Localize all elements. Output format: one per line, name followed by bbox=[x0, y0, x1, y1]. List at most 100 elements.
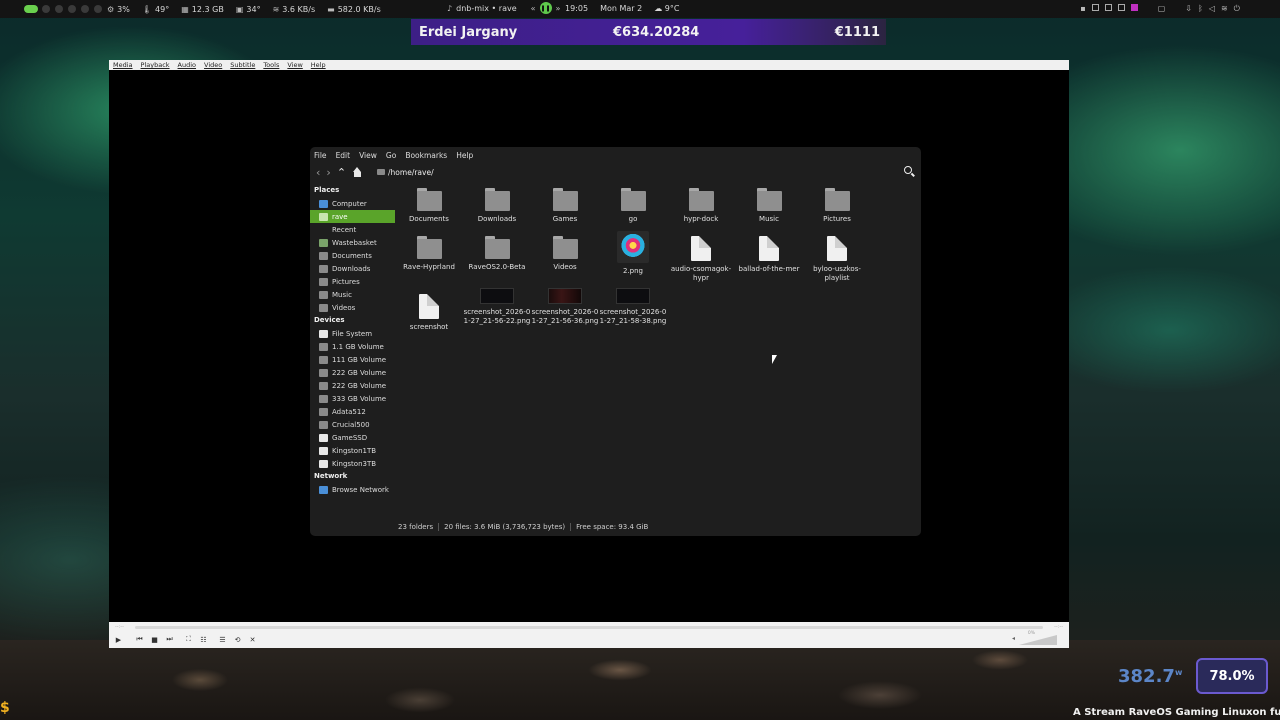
workspace-active-indicator[interactable] bbox=[24, 5, 38, 13]
file-item[interactable]: go bbox=[599, 188, 667, 224]
file-item[interactable]: Rave-Hyprland bbox=[395, 236, 463, 272]
fm-menu-go[interactable]: Go bbox=[386, 151, 396, 160]
drive-icon bbox=[319, 394, 328, 403]
file-item[interactable]: byloo-uszkos-playlist bbox=[803, 236, 871, 283]
workspace-indicator[interactable] bbox=[81, 5, 89, 13]
tray-app-icon[interactable] bbox=[1104, 4, 1112, 11]
file-item[interactable]: Documents bbox=[395, 188, 463, 224]
previous-icon[interactable]: ⏮ bbox=[134, 634, 145, 645]
file-item[interactable]: Music bbox=[735, 188, 803, 224]
file-item[interactable]: Videos bbox=[531, 236, 599, 272]
sidebar-item-device[interactable]: Kingston3TB bbox=[310, 457, 395, 470]
sidebar-item-device[interactable]: 222 GB Volume bbox=[310, 366, 395, 379]
loop-icon[interactable]: ⟲ bbox=[232, 634, 243, 645]
tray-download-icon[interactable]: ⇩ bbox=[1185, 4, 1192, 14]
file-item[interactable]: screenshot_2026-01-27_21-56-22.png bbox=[463, 288, 531, 326]
vlc-menu-help[interactable]: Help bbox=[311, 61, 326, 69]
fm-menu-help[interactable]: Help bbox=[456, 151, 473, 160]
vlc-menu-media[interactable]: Media bbox=[113, 61, 133, 69]
volume-slider[interactable]: 0% bbox=[1017, 631, 1057, 645]
file-item[interactable]: RaveOS2.0-Beta bbox=[463, 236, 531, 272]
document-icon bbox=[419, 294, 439, 319]
tray-app-icon[interactable] bbox=[1130, 4, 1138, 11]
file-item[interactable]: hypr-dock bbox=[667, 188, 735, 224]
sidebar-item-recent[interactable]: Recent bbox=[310, 223, 395, 236]
tray-app-icon[interactable] bbox=[1091, 4, 1099, 11]
music-widget[interactable]: ♪ dnb-mix • rave « ❚❚ » bbox=[447, 2, 560, 14]
search-icon[interactable] bbox=[904, 166, 915, 177]
fm-menu-bookmarks[interactable]: Bookmarks bbox=[405, 151, 447, 160]
sidebar-item-device[interactable]: GameSSD bbox=[310, 431, 395, 444]
sidebar-item-pictures[interactable]: Pictures bbox=[310, 275, 395, 288]
network-speed: ≋ 3.6 KB/s bbox=[272, 4, 316, 14]
sidebar-item-device[interactable]: 222 GB Volume bbox=[310, 379, 395, 392]
vlc-menu-view[interactable]: View bbox=[287, 61, 302, 69]
file-item[interactable]: Pictures bbox=[803, 188, 871, 224]
play-pause-button[interactable]: ❚❚ bbox=[539, 2, 552, 14]
fm-menu-view[interactable]: View bbox=[359, 151, 377, 160]
sidebar-item-downloads[interactable]: Downloads bbox=[310, 262, 395, 275]
vlc-menu-subtitle[interactable]: Subtitle bbox=[230, 61, 255, 69]
workspace-indicator[interactable] bbox=[55, 5, 63, 13]
folder-icon bbox=[484, 188, 510, 211]
vlc-menu-playback[interactable]: Playback bbox=[141, 61, 170, 69]
next-track-icon[interactable]: » bbox=[556, 4, 561, 13]
vlc-menu-audio[interactable]: Audio bbox=[178, 61, 196, 69]
tray-volume-icon[interactable]: ◁ bbox=[1209, 4, 1215, 14]
sidebar-item-music[interactable]: Music bbox=[310, 288, 395, 301]
previous-track-icon[interactable]: « bbox=[531, 4, 536, 13]
up-arrow-icon[interactable]: ⌃ bbox=[337, 166, 346, 179]
sidebar-item-documents[interactable]: Documents bbox=[310, 249, 395, 262]
vlc-menu-video[interactable]: Video bbox=[204, 61, 222, 69]
file-item[interactable]: screenshot bbox=[395, 294, 463, 332]
file-item[interactable]: Games bbox=[531, 188, 599, 224]
sidebar-item-rave[interactable]: rave bbox=[310, 210, 395, 223]
location-bar[interactable]: /home/rave/ bbox=[377, 168, 434, 177]
tray-shield-icon[interactable]: ▪ bbox=[1080, 4, 1085, 14]
playlist-icon[interactable]: ☰ bbox=[217, 634, 228, 645]
fm-menu-file[interactable]: File bbox=[314, 151, 327, 160]
wifi-icon: ≋ bbox=[272, 4, 280, 14]
workspace-indicator[interactable] bbox=[42, 5, 50, 13]
sidebar-item-device[interactable]: 1.1 GB Volume bbox=[310, 340, 395, 353]
stop-icon[interactable]: ■ bbox=[149, 634, 160, 645]
clock-widget[interactable]: 19:05 Mon Mar 2 ☁ 9°C bbox=[565, 4, 679, 13]
workspace-indicator[interactable] bbox=[94, 5, 102, 13]
folder-icon bbox=[484, 236, 510, 259]
tray-bluetooth-icon[interactable]: ᛒ bbox=[1198, 4, 1203, 14]
screenshot-thumbnail-icon bbox=[480, 288, 514, 304]
forward-arrow-icon[interactable]: › bbox=[326, 166, 330, 179]
workspace-indicator[interactable] bbox=[68, 5, 76, 13]
tray-power-icon[interactable]: ⏻ bbox=[1234, 4, 1240, 14]
file-item[interactable]: Downloads bbox=[463, 188, 531, 224]
play-icon[interactable]: ▶ bbox=[113, 634, 124, 645]
vlc-menu-tools[interactable]: Tools bbox=[263, 61, 279, 69]
sidebar-item-wastebasket[interactable]: Wastebasket bbox=[310, 236, 395, 249]
sidebar-item-device[interactable]: Crucial500 bbox=[310, 418, 395, 431]
fm-menu-edit[interactable]: Edit bbox=[336, 151, 351, 160]
shuffle-icon[interactable]: ✕ bbox=[247, 634, 258, 645]
sidebar-item-device[interactable]: Adata512 bbox=[310, 405, 395, 418]
seek-bar[interactable] bbox=[135, 626, 1043, 629]
tray-app-icon[interactable] bbox=[1117, 4, 1125, 11]
next-icon[interactable]: ⏭ bbox=[164, 634, 175, 645]
file-item[interactable]: audio-csomagok-hypr bbox=[667, 236, 735, 283]
sidebar-item-device[interactable]: Kingston1TB bbox=[310, 444, 395, 457]
speaker-icon[interactable]: ◂ bbox=[1012, 635, 1015, 642]
file-item[interactable]: screenshot_2026-01-27_21-58-38.png bbox=[599, 288, 667, 326]
sidebar-item-device[interactable]: 333 GB Volume bbox=[310, 392, 395, 405]
tray-wifi-icon[interactable]: ≋ bbox=[1221, 4, 1228, 14]
sidebar-item-videos[interactable]: Videos bbox=[310, 301, 395, 314]
sidebar-item-browse-network[interactable]: Browse Network bbox=[310, 483, 395, 496]
back-arrow-icon[interactable]: ‹ bbox=[316, 166, 320, 179]
sidebar-item-device[interactable]: 111 GB Volume bbox=[310, 353, 395, 366]
file-item[interactable]: ballad-of-the-mer bbox=[735, 236, 803, 274]
tray-window-icon[interactable]: ▢ bbox=[1158, 4, 1166, 14]
extended-settings-icon[interactable]: ☷ bbox=[198, 634, 209, 645]
sidebar-item-computer[interactable]: Computer bbox=[310, 197, 395, 210]
fullscreen-icon[interactable]: ⛶ bbox=[183, 634, 194, 645]
home-icon[interactable] bbox=[352, 166, 363, 178]
sidebar-item-device[interactable]: File System bbox=[310, 327, 395, 340]
file-item[interactable]: 2.png bbox=[599, 231, 667, 276]
file-item[interactable]: screenshot_2026-01-27_21-56-36.png bbox=[531, 288, 599, 326]
